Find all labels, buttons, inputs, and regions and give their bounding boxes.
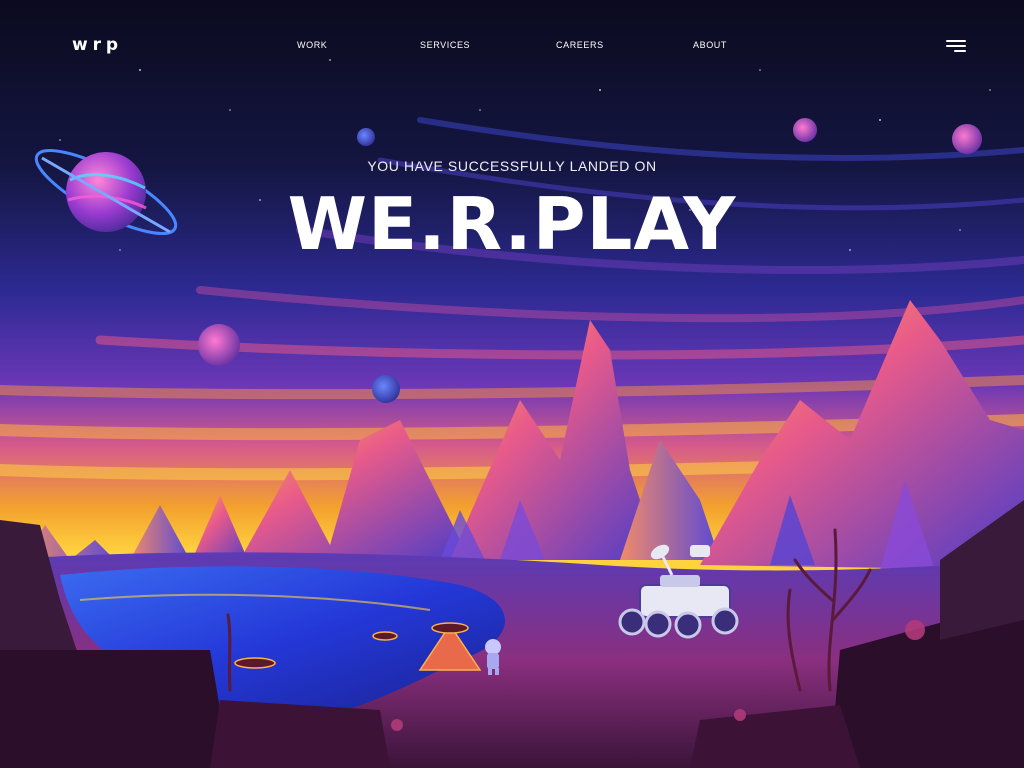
hamburger-menu-icon[interactable] <box>944 40 966 54</box>
hero-subtitle: YOU HAVE SUCCESSFULLY LANDED ON <box>367 158 657 174</box>
hero-section: YOU HAVE SUCCESSFULLY LANDED ON WE.R.PLA… <box>0 158 1024 260</box>
nav-link-about[interactable]: ABOUT <box>693 40 727 50</box>
space-landscape-illustration <box>0 0 1024 768</box>
nav-link-services[interactable]: SERVICES <box>420 40 470 50</box>
brand-logo[interactable]: w r p <box>72 35 118 55</box>
nav-link-work[interactable]: WORK <box>297 40 327 50</box>
top-navigation: w r p WORK SERVICES CAREERS ABOUT <box>0 0 1024 92</box>
nav-link-careers[interactable]: CAREERS <box>556 40 604 50</box>
hero-title: WE.R.PLAY <box>287 182 737 266</box>
landing-page: w r p WORK SERVICES CAREERS ABOUT YOU HA… <box>0 0 1024 768</box>
